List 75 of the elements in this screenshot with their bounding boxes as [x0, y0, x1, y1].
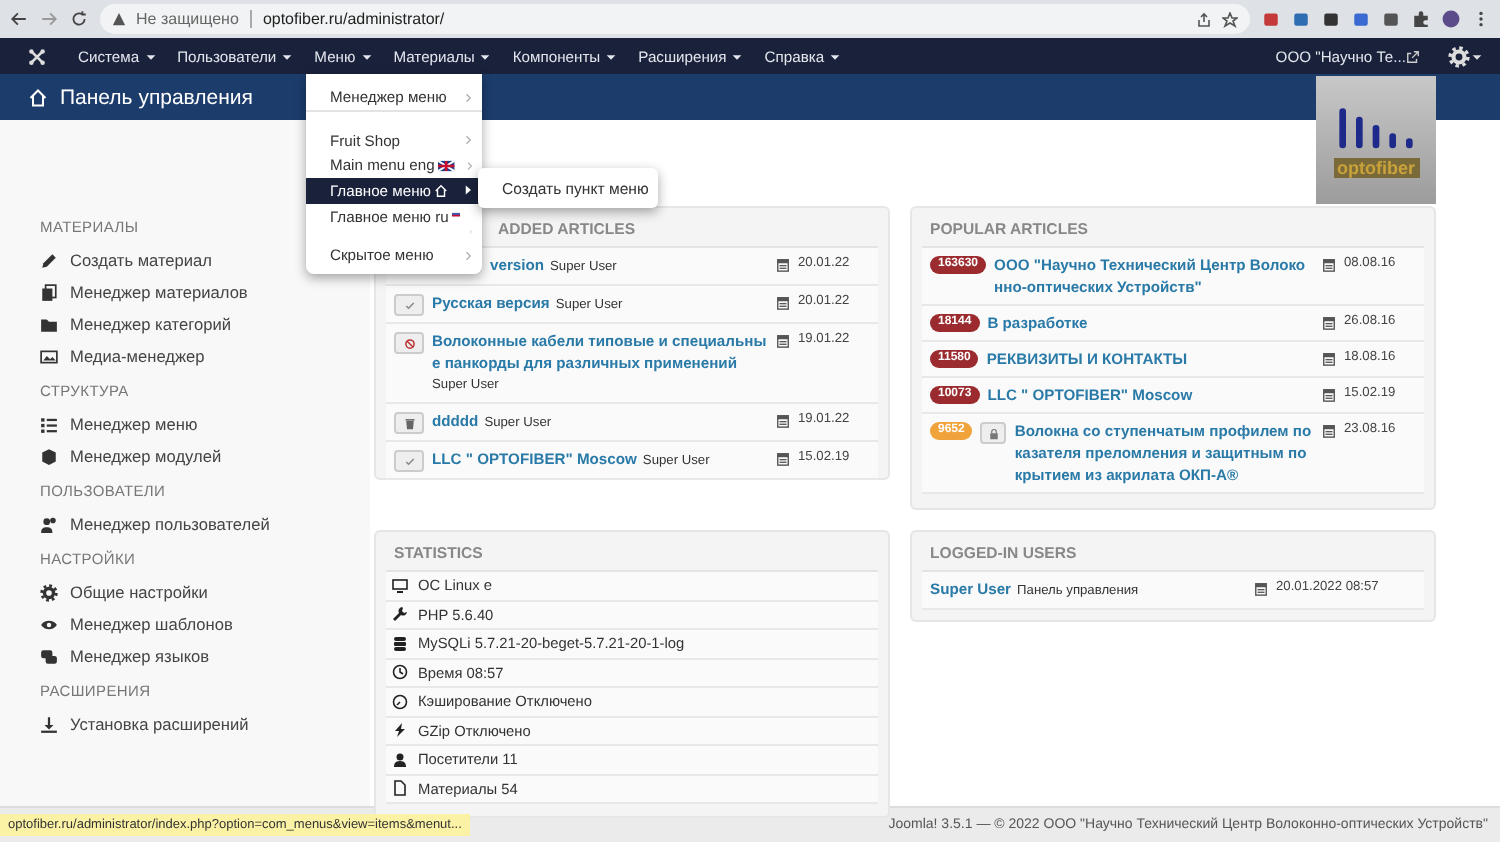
file-icon [392, 780, 408, 797]
caret-icon [280, 49, 295, 63]
calendar-icon [776, 414, 790, 428]
sidebar-item[interactable]: Общие настройки [40, 576, 370, 608]
caret-icon[interactable] [1470, 49, 1484, 63]
download-icon [40, 715, 58, 733]
address-bar[interactable]: Не защищено optofiber.ru/administrator/ [100, 4, 1250, 34]
sidebar-item[interactable]: Установка расширений [40, 708, 370, 740]
caret-icon [730, 49, 745, 63]
triangle-icon [462, 184, 474, 197]
settings-icon[interactable] [1448, 45, 1470, 67]
eye-icon [40, 615, 58, 633]
status-button[interactable] [394, 332, 424, 354]
documents-icon [40, 283, 58, 301]
bookmark-star-icon[interactable] [1222, 11, 1238, 27]
external-link-icon [1406, 49, 1420, 63]
sidebar-item[interactable]: Менеджер модулей [40, 440, 370, 472]
sidebar-item[interactable]: Менеджер меню [40, 408, 370, 440]
sidebar-item[interactable]: Менеджер категорий [40, 308, 370, 340]
caret-icon [478, 49, 493, 63]
database-icon [392, 635, 408, 652]
sidebar-item[interactable]: Менеджер материалов [40, 276, 370, 308]
calendar-icon [776, 296, 790, 310]
home-icon [28, 87, 48, 107]
logo-text: optofiber [1333, 158, 1419, 178]
calendar-icon [1322, 316, 1336, 330]
sidebar-item[interactable]: Менеджер языков [40, 640, 370, 672]
flag-icon [438, 159, 456, 172]
image-icon [40, 347, 58, 365]
check-icon [403, 455, 415, 467]
users-icon [40, 515, 58, 533]
avatar-icon[interactable] [1442, 10, 1460, 28]
calendar-icon [776, 452, 790, 466]
folder-icon [40, 315, 58, 333]
caret-icon [828, 49, 843, 63]
puzzle-icon[interactable] [1412, 10, 1430, 28]
calendar-icon [1322, 352, 1336, 366]
caret-icon [604, 49, 619, 63]
share-icon[interactable] [1196, 11, 1212, 27]
status-button[interactable] [394, 412, 424, 434]
pencil-icon [40, 251, 58, 269]
monitor-icon [392, 577, 408, 594]
logo-icon[interactable] [28, 47, 46, 65]
lightning-icon [392, 722, 408, 739]
reload-icon[interactable] [70, 10, 88, 28]
home-icon [434, 183, 449, 198]
lock-icon [987, 427, 1000, 439]
sidebar-item[interactable]: Медиа-менеджер [40, 340, 370, 372]
calendar-icon [776, 258, 790, 272]
sidebar-item[interactable]: Менеджер пользователей [40, 508, 370, 540]
calendar-icon [776, 334, 790, 348]
lock-button[interactable] [980, 422, 1007, 444]
settings-icon [40, 583, 58, 601]
flag-icon [452, 207, 461, 219]
gauge-icon [392, 693, 408, 710]
cube-icon [40, 447, 58, 465]
calendar-icon [1254, 582, 1268, 596]
user-icon [392, 751, 408, 768]
chevron-icon [462, 91, 474, 103]
list-icon [40, 415, 58, 433]
trash-icon [403, 417, 415, 429]
back-icon[interactable] [10, 10, 28, 28]
clock-icon [392, 664, 408, 681]
chat-icon [40, 647, 58, 665]
calendar-icon [1322, 388, 1336, 402]
page-title: Панель управления [60, 85, 253, 109]
caret-icon [143, 49, 158, 63]
calendar-icon [1322, 424, 1336, 438]
warning-icon [112, 12, 126, 26]
sidebar-item[interactable]: Менеджер шаблонов [40, 608, 370, 640]
wrench-icon [392, 606, 408, 623]
caret-icon [359, 49, 374, 63]
calendar-icon [1322, 258, 1336, 272]
check-icon [403, 299, 415, 311]
ban-icon [403, 337, 415, 349]
